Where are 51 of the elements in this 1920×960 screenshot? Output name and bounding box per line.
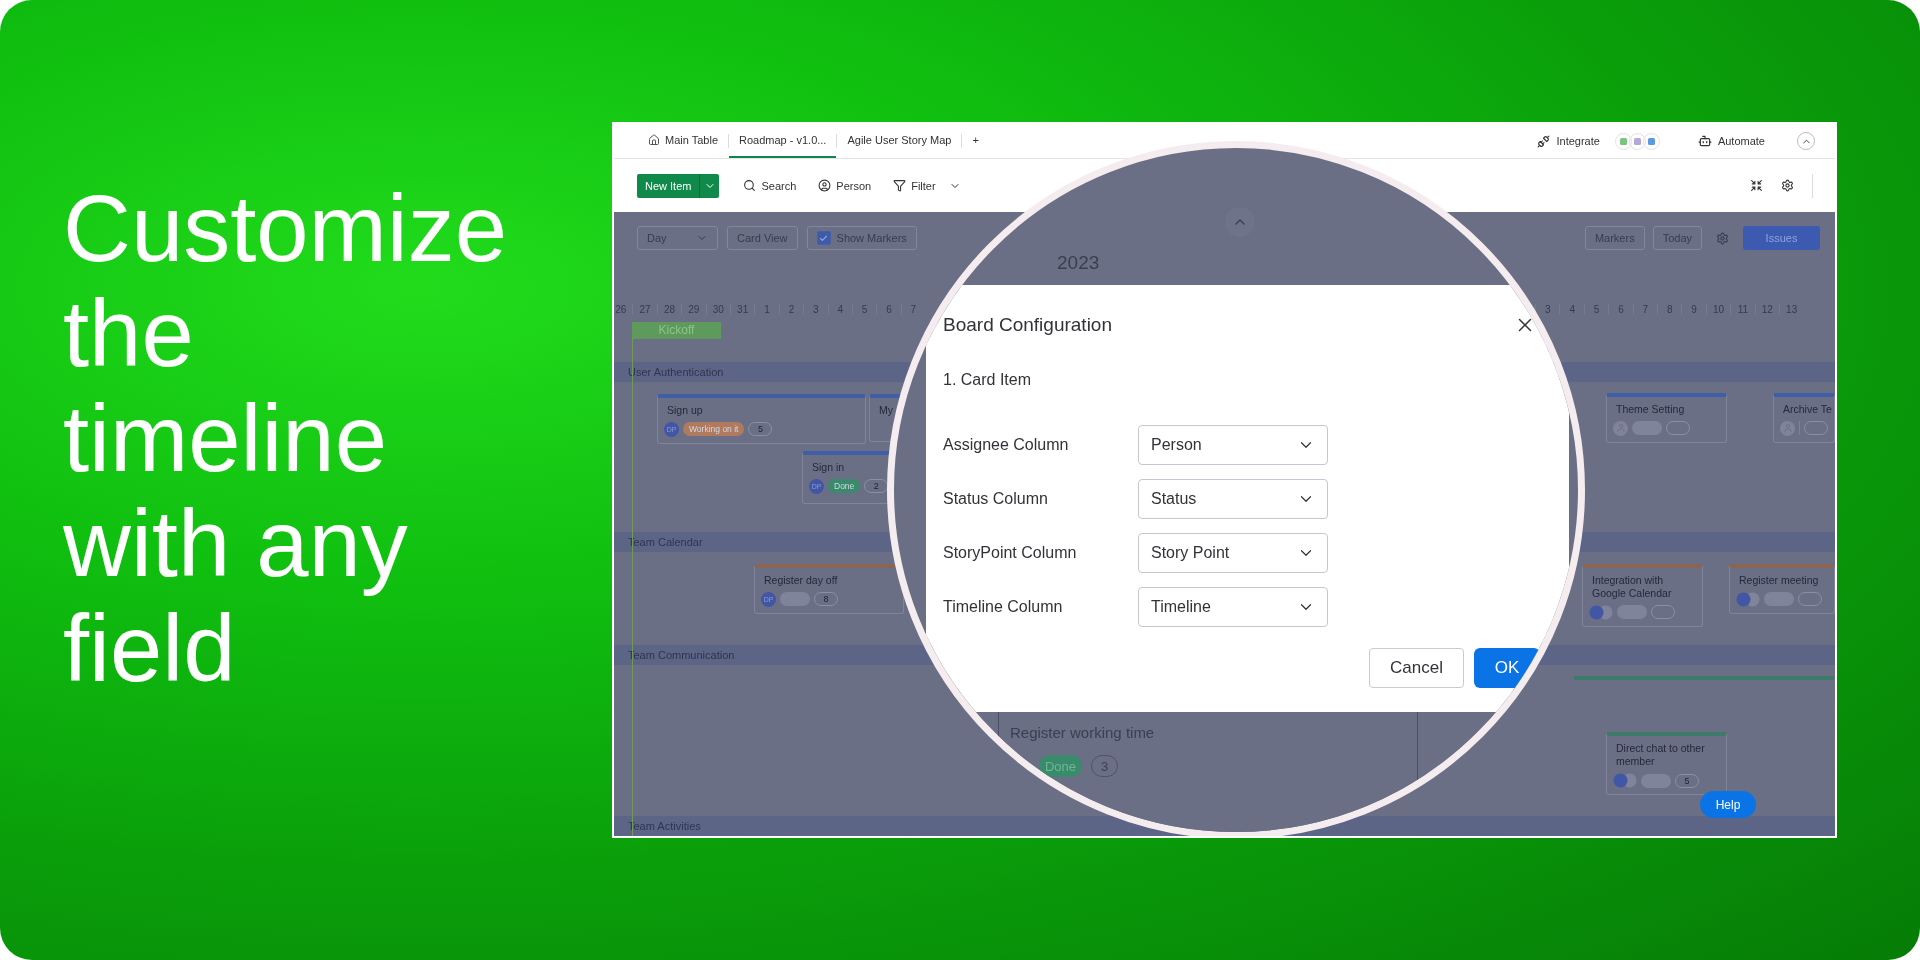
card-title: Archive Te bbox=[1782, 401, 1833, 417]
status-pill: Done bbox=[828, 479, 861, 494]
task-card[interactable]: Direct chat to other member 5 bbox=[1606, 732, 1727, 796]
column-select[interactable]: Timeline bbox=[1138, 587, 1328, 627]
card-title: My bbox=[878, 402, 894, 418]
toolbar-button[interactable]: Search bbox=[739, 179, 801, 192]
task-card[interactable]: Archive Te bbox=[1773, 392, 1835, 443]
field-label: Status Column bbox=[943, 490, 1049, 508]
issues-button[interactable]: Issues bbox=[1743, 226, 1820, 250]
board-tab[interactable]: Main Table bbox=[638, 124, 728, 158]
filter-icon bbox=[893, 179, 907, 192]
column-select[interactable]: Status bbox=[1138, 479, 1328, 519]
field-label: Assignee Column bbox=[943, 436, 1070, 454]
task-card[interactable]: Integration with Google Calendar bbox=[1582, 563, 1703, 627]
person-icon bbox=[818, 179, 832, 192]
toolbar-button[interactable]: Person bbox=[814, 179, 876, 192]
new-item-button[interactable]: New Item bbox=[637, 173, 700, 198]
card-title: Register day off bbox=[763, 572, 839, 588]
dialog-title: Board Configuration bbox=[943, 314, 1112, 336]
column-select[interactable]: Person bbox=[1138, 425, 1328, 465]
status-pill: Working on it bbox=[683, 422, 745, 437]
robot-icon bbox=[1697, 134, 1712, 148]
search-icon bbox=[743, 179, 757, 192]
check-icon bbox=[819, 233, 829, 243]
cancel-button[interactable]: Cancel bbox=[1369, 648, 1464, 688]
task-card[interactable]: Theme Setting bbox=[1606, 392, 1727, 443]
card-title: Register meeting bbox=[1738, 572, 1820, 588]
field-label: StoryPoint Column bbox=[943, 544, 1078, 562]
collapse-icon[interactable] bbox=[1750, 179, 1763, 192]
home-icon bbox=[648, 134, 660, 146]
card-title: Sign in bbox=[811, 459, 846, 475]
settings-icon[interactable] bbox=[1781, 179, 1794, 192]
card-title: Integration with Google Calendar bbox=[1591, 572, 1673, 601]
avatar-group-icon bbox=[1613, 773, 1637, 789]
headline: Customize the timeline with any field bbox=[63, 176, 509, 701]
field-label: Timeline Column bbox=[943, 598, 1064, 616]
ok-button[interactable]: OK bbox=[1474, 648, 1540, 688]
card-title: Sign up bbox=[666, 402, 704, 418]
column-select[interactable]: Story Point bbox=[1138, 533, 1328, 573]
new-item-menu-button[interactable] bbox=[699, 173, 720, 198]
section-title: 1. Card Item bbox=[943, 371, 1033, 389]
card-title: Direct chat to other member bbox=[1615, 741, 1706, 770]
avatar-group-icon bbox=[1736, 591, 1760, 607]
card-title: Theme Setting bbox=[1615, 401, 1686, 417]
checkbox[interactable] bbox=[816, 231, 831, 245]
help-button[interactable]: Help bbox=[1700, 791, 1756, 818]
avatar-group-icon bbox=[1589, 604, 1613, 620]
plug-icon bbox=[1537, 134, 1551, 148]
task-card[interactable]: Register meeting bbox=[1729, 563, 1835, 614]
board-tab[interactable]: Roadmap - v1.0... bbox=[729, 124, 837, 158]
header-action[interactable]: Automate bbox=[1689, 134, 1773, 148]
